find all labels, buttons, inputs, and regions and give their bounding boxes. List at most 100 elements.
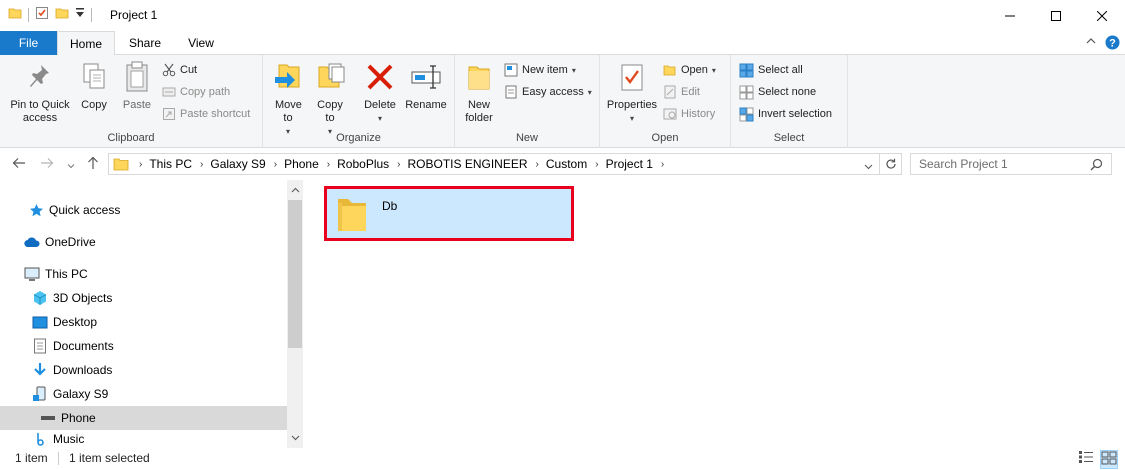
new-item-label: New item [522, 64, 568, 76]
nav-item-phone[interactable]: Phone [0, 406, 287, 430]
star-icon [28, 202, 44, 218]
tab-file[interactable]: File [0, 31, 57, 55]
customize-dropdown-icon[interactable] [75, 7, 85, 22]
scroll-thumb[interactable] [288, 200, 302, 348]
move-to-label: Move to [275, 99, 302, 124]
tab-view[interactable]: View [174, 31, 228, 55]
properties-button[interactable]: Properties ▾ [604, 59, 660, 125]
history-label: History [681, 108, 716, 120]
help-icon[interactable]: ? [1105, 35, 1120, 53]
copy-button[interactable]: Copy [76, 59, 112, 112]
forward-arrow-icon[interactable] [40, 156, 54, 173]
status-selection: 1 item selected [69, 451, 150, 465]
nav-pane-scrollbar[interactable] [287, 180, 303, 448]
close-icon [1097, 10, 1107, 21]
breadcrumb-robotis-engineer[interactable]: ROBOTIS ENGINEER › [408, 157, 546, 171]
maximize-button[interactable] [1033, 0, 1079, 31]
file-item-db-folder[interactable]: Db [324, 186, 574, 241]
nav-item-this-pc[interactable]: This PC [0, 262, 287, 286]
address-history-chevron-icon[interactable] [864, 160, 873, 174]
open-group-label: Open [651, 132, 679, 144]
nav-item-label: Galaxy S9 [53, 387, 109, 401]
open-button[interactable]: Open ▾ [663, 60, 716, 80]
breadcrumb-project-1[interactable]: Project 1 › [606, 157, 672, 171]
cut-label: Cut [180, 64, 198, 76]
new-folder-icon[interactable] [55, 6, 69, 23]
move-to-button[interactable]: Move to ▾ [270, 59, 306, 138]
search-input[interactable] [919, 157, 1089, 171]
breadcrumb-root-chevron[interactable]: › [131, 159, 149, 170]
delete-button[interactable]: Delete ▾ [361, 59, 399, 125]
new-item-button[interactable]: New item ▾ [504, 60, 576, 80]
large-icons-view-icon[interactable] [1100, 450, 1118, 469]
download-arrow-icon [32, 362, 48, 378]
nav-item-quick-access[interactable]: Quick access [0, 198, 287, 222]
easy-access-button[interactable]: Easy access ▾ [504, 82, 592, 102]
minimize-ribbon-chevron-icon[interactable] [1086, 35, 1096, 49]
minimize-button[interactable] [987, 0, 1033, 31]
nav-item-galaxy-s9[interactable]: Galaxy S9 [0, 382, 287, 406]
select-all-button[interactable]: Select all [739, 60, 803, 80]
cut-button[interactable]: Cut [162, 60, 197, 80]
scroll-up-arrow-icon[interactable] [287, 182, 303, 198]
edit-icon [664, 85, 676, 99]
svg-text:?: ? [1109, 38, 1116, 50]
nav-item-onedrive[interactable]: OneDrive [0, 230, 287, 254]
nav-item-label: Quick access [49, 203, 121, 217]
breadcrumb-roboplus[interactable]: RoboPlus › [337, 157, 407, 171]
minimize-icon [1005, 15, 1015, 16]
rename-button[interactable]: Rename [403, 59, 449, 112]
tab-share[interactable]: Share [118, 31, 172, 55]
delete-caret-icon: ▾ [377, 114, 382, 123]
copy-to-button[interactable]: Copy to ▾ [312, 59, 348, 138]
pin-icon [4, 59, 76, 95]
invert-selection-button[interactable]: Invert selection [739, 104, 832, 124]
paste-button[interactable]: Paste [117, 59, 157, 112]
folder-icon[interactable] [8, 6, 22, 23]
pin-to-quick-access-button[interactable]: Pin to Quick access [4, 59, 76, 125]
tab-home[interactable]: Home [57, 31, 115, 56]
breadcrumb-this-pc[interactable]: This PC › [149, 157, 210, 171]
refresh-button[interactable] [880, 153, 902, 175]
file-list-area[interactable]: Db [303, 180, 1125, 448]
invert-selection-icon [739, 107, 754, 121]
nav-item-music[interactable]: Music [0, 430, 287, 448]
nav-item-3d-objects[interactable]: 3D Objects [0, 286, 287, 310]
close-button[interactable] [1079, 0, 1125, 31]
copy-path-button[interactable]: Copy path [162, 82, 230, 102]
history-button[interactable]: History [663, 104, 715, 124]
delete-x-icon [361, 59, 399, 95]
select-group: Select all Select none Invert selection … [731, 55, 848, 148]
nav-item-downloads[interactable]: Downloads [0, 358, 287, 382]
window-title: Project 1 [110, 8, 158, 22]
back-arrow-icon[interactable] [12, 156, 26, 173]
recent-locations-chevron-icon[interactable] [67, 158, 75, 173]
nav-item-label: This PC [45, 267, 88, 281]
search-icon[interactable] [1090, 158, 1103, 174]
select-none-button[interactable]: Select none [739, 82, 816, 102]
details-view-icon[interactable] [1078, 450, 1094, 469]
breadcrumb-galaxy-s9[interactable]: Galaxy S9 › [210, 157, 284, 171]
nav-item-desktop[interactable]: Desktop [0, 310, 287, 334]
pin-to-quick-access-label: Pin to Quick access [10, 99, 70, 124]
scroll-down-arrow-icon[interactable] [287, 430, 303, 446]
new-folder-large-icon [459, 59, 499, 95]
document-icon [32, 338, 48, 354]
edit-button[interactable]: Edit [663, 82, 700, 102]
nav-item-documents[interactable]: Documents [0, 334, 287, 358]
status-item-count: 1 item [15, 451, 48, 465]
drive-icon [40, 410, 56, 426]
new-folder-button[interactable]: New folder [459, 59, 499, 125]
properties-check-icon[interactable] [35, 6, 49, 23]
copy-icon [76, 59, 112, 95]
copy-to-icon [312, 59, 348, 95]
paste-icon [117, 59, 157, 95]
nav-item-label: OneDrive [45, 235, 96, 249]
search-box[interactable] [910, 153, 1112, 175]
up-arrow-icon[interactable] [86, 156, 100, 173]
breadcrumb-custom[interactable]: Custom › [546, 157, 606, 171]
address-bar[interactable]: › This PC › Galaxy S9 › Phone › RoboPlus › R… [108, 153, 880, 175]
navigation-pane: Quick access OneDrive This PC 3D Objects… [0, 180, 303, 448]
paste-shortcut-button[interactable]: Paste shortcut [162, 104, 250, 124]
breadcrumb-phone[interactable]: Phone › [284, 157, 337, 171]
